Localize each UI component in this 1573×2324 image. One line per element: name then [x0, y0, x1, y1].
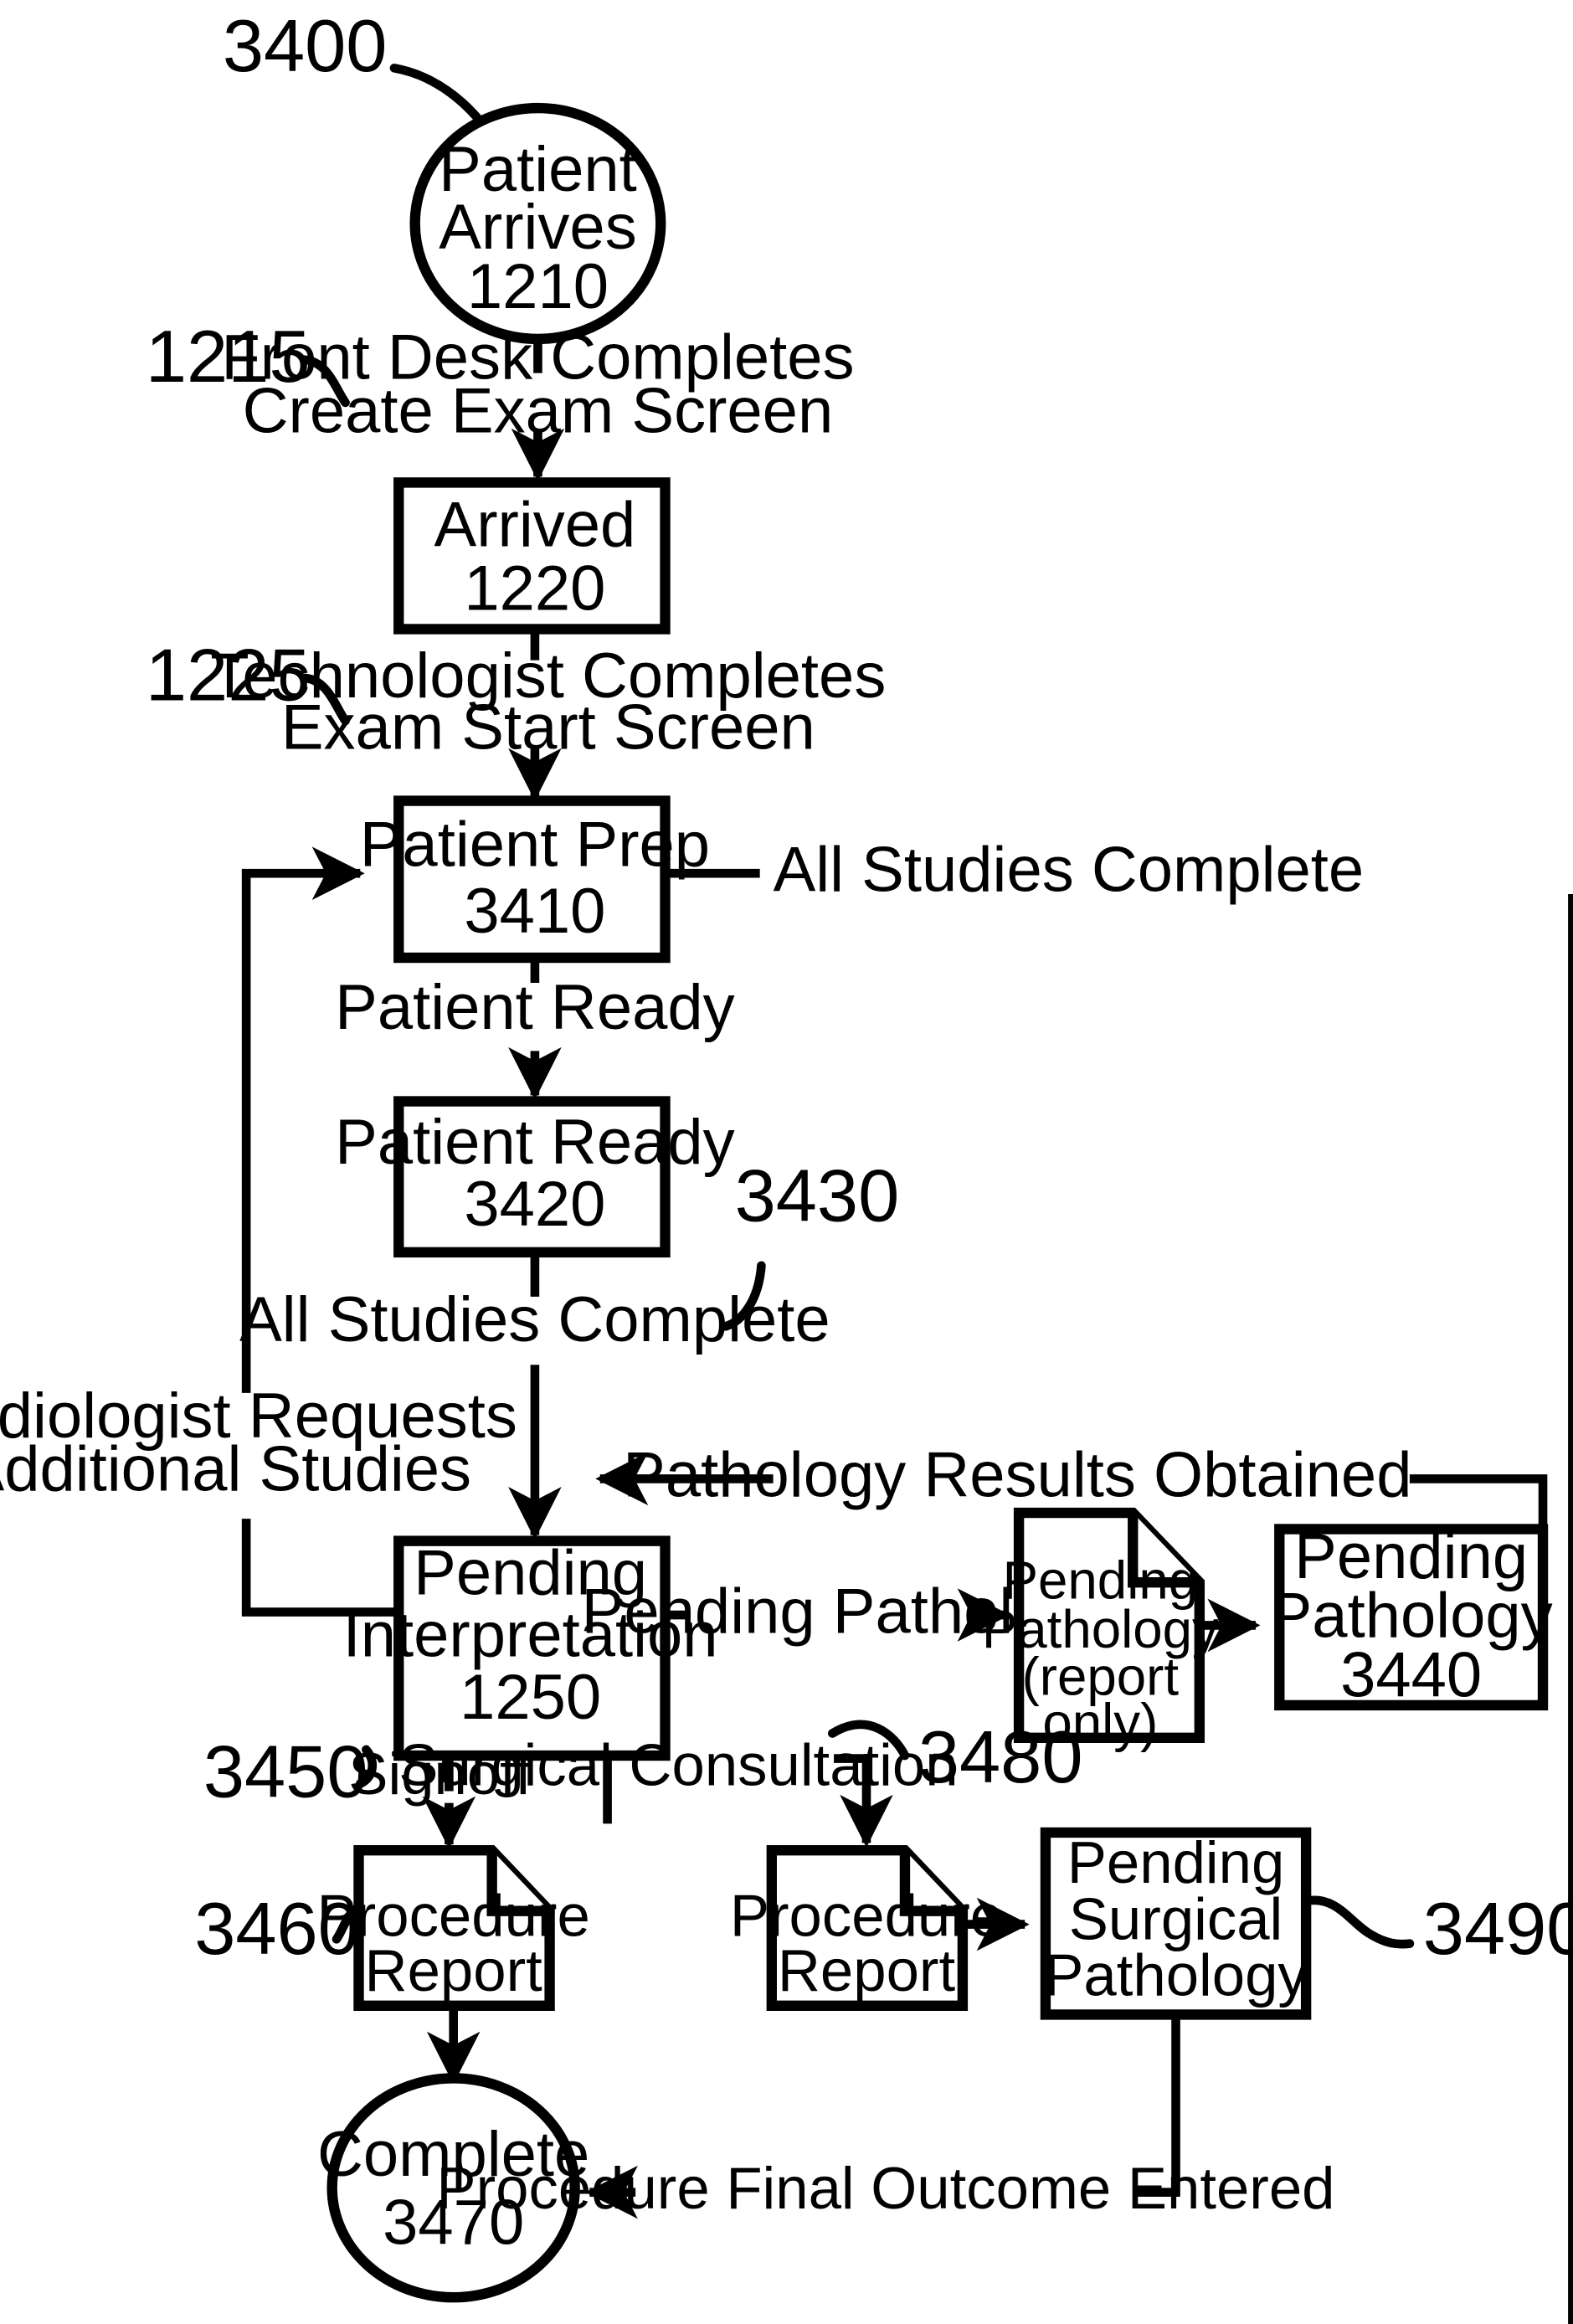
procedure-report-right-line2: Report: [778, 1937, 956, 2003]
pending-interpretation-ref: 1250: [460, 1662, 601, 1733]
figure-ref-3400-label: 3400: [223, 4, 388, 87]
transition-3450-ref: 3450: [203, 1730, 368, 1813]
transition-3430-ref: 3430: [735, 1154, 900, 1237]
patient-prep-label: Patient Prep: [360, 809, 710, 880]
patient-arrives-ref: 1210: [467, 251, 609, 322]
transition-3480-ref: 3480: [918, 1715, 1083, 1798]
patient-ready-ref: 3420: [464, 1169, 605, 1240]
front-desk-line2: Create Exam Screen: [243, 375, 834, 446]
node-procedure-report-left: Procedure Report 3460: [194, 1845, 590, 2012]
node-patient-ready: Patient Ready 3420: [335, 1096, 735, 1258]
patent-flowchart-figure: 3400 Patient Arrives 1210 1215 Front Des…: [0, 0, 1573, 2324]
node-3460-ref: 3460: [194, 1887, 359, 1970]
transition-technologist: 1225 Technologist Completes Exam Start S…: [146, 633, 886, 763]
surgical-consultation-label: Surgical Consultation: [398, 1731, 958, 1797]
procedure-final-outcome-label: Procedure Final Outcome Entered: [436, 2155, 1334, 2221]
patient-prep-ref: 3410: [464, 876, 605, 947]
node-3490-ref: 3490: [1423, 1887, 1573, 1970]
node-pending-surgical-pathology: Pending Surgical Pathology 3490: [1040, 1827, 1573, 2020]
transition-front-desk: 1215 Front Desk Completes Create Exam Sc…: [146, 315, 855, 446]
edge-feedback-lower: [241, 1519, 399, 1617]
radiologist-requests-line2: Additional Studies: [0, 1434, 471, 1505]
node-arrived: Arrived 1220: [393, 477, 671, 635]
node-3490-leader: [1304, 1895, 1415, 1949]
pending-pathology-ref: 3440: [1340, 1639, 1482, 1710]
node-patient-arrives: Patient Arrives 1210: [409, 102, 666, 345]
transition-surgical-consultation: Surgical Consultation 3480: [398, 1715, 1083, 1848]
technologist-line2: Exam Start Screen: [281, 692, 815, 764]
transition-procedure-final-outcome: Procedure Final Outcome Entered: [436, 2014, 1335, 2221]
procedure-report-left-line2: Report: [365, 1937, 543, 2003]
patient-ready-label: Patient Ready: [335, 1107, 735, 1178]
patient-ready-transition-label: Patient Ready: [335, 972, 735, 1043]
node-patient-prep: Patient Prep 3410: [360, 795, 710, 964]
node-pending-pathology: Pending Pathology 3440: [1270, 1521, 1553, 1710]
node-procedure-report-right: Procedure Report: [730, 1845, 1003, 2012]
all-studies-complete-prep-label: All Studies Complete: [774, 834, 1365, 905]
arrived-ref: 1220: [464, 553, 605, 624]
pending-surgical-pathology-line3: Pathology: [1044, 1941, 1308, 2008]
arrived-label: Arrived: [434, 489, 636, 560]
